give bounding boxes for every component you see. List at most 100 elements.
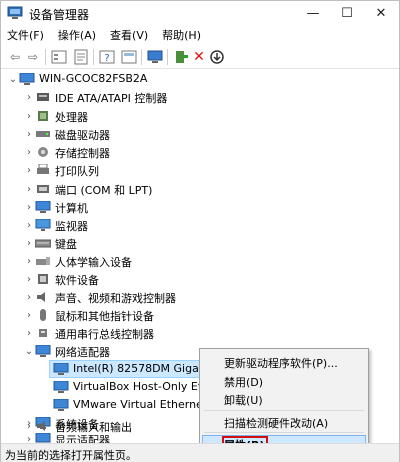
chevron-right-icon[interactable]: › xyxy=(23,306,35,324)
network-device-label: VirtualBox Host-Only Ethe xyxy=(73,380,216,393)
network-card-icon xyxy=(53,363,69,375)
tree-item-label: 鼠标和其他指针设备 xyxy=(55,310,154,323)
device-manager-window: 设备管理器 — ☐ ✕ 文件(F) 操作(A) 查看(V) 帮助(H) ⇦ ⇨ … xyxy=(0,0,400,462)
help-icon[interactable]: ? xyxy=(99,49,115,65)
tree-item-label: 处理器 xyxy=(55,111,88,124)
menu-action[interactable]: 操作(A) xyxy=(58,27,96,43)
chevron-right-icon[interactable]: › xyxy=(23,270,35,288)
network-card-icon xyxy=(53,399,69,411)
computer-icon xyxy=(19,73,35,85)
tree-item-label: 声音、视频和游戏控制器 xyxy=(55,292,176,305)
menu-separator xyxy=(204,432,364,433)
network-adapter-icon xyxy=(35,345,51,357)
tree-item-audio-io[interactable]: › 音频输入和输出 xyxy=(1,417,199,435)
close-button[interactable]: ✕ xyxy=(361,1,400,25)
tree-item-disk[interactable]: › 磁盘驱动器 xyxy=(1,125,399,143)
disable-device-icon[interactable] xyxy=(209,49,225,65)
window-title: 设备管理器 xyxy=(29,8,90,22)
processor-icon xyxy=(38,111,48,121)
tree-item-software[interactable]: › 软件设备 xyxy=(1,270,399,288)
tree-item-label: 网络适配器 xyxy=(55,346,110,359)
tree-item-processor[interactable]: › 处理器 xyxy=(1,107,399,125)
tree-item-label: 通用串行总线控制器 xyxy=(55,328,154,341)
chevron-right-icon[interactable]: › xyxy=(23,107,35,125)
audio-icon xyxy=(37,421,45,431)
menu-view[interactable]: 查看(V) xyxy=(110,27,148,43)
status-text: 为当前的选择打开属性页。 xyxy=(5,449,137,462)
tree-item-monitor[interactable]: › 监视器 xyxy=(1,216,399,234)
chevron-right-icon[interactable]: › xyxy=(23,288,35,306)
toolbar-separator xyxy=(93,49,94,65)
menu-help[interactable]: 帮助(H) xyxy=(162,27,201,43)
tree-item-label: 端口 (COM 和 LPT) xyxy=(55,184,153,197)
tree-item-label: 监视器 xyxy=(55,220,88,233)
action-list-icon[interactable] xyxy=(121,49,137,65)
tree-item-label: 磁盘驱动器 xyxy=(55,129,110,142)
scan-hardware-icon[interactable] xyxy=(147,49,163,65)
software-device-icon xyxy=(38,274,48,284)
update-driver-icon[interactable] xyxy=(173,49,189,65)
tree-item-mouse[interactable]: › 鼠标和其他指针设备 xyxy=(1,306,399,324)
tree-item-label: 打印队列 xyxy=(55,165,99,178)
context-menu: 更新驱动程序软件(P)... 禁用(D) 卸载(U) 扫描检测硬件改动(A) 属… xyxy=(199,348,369,454)
chevron-right-icon[interactable]: › xyxy=(23,216,35,234)
tree-item-label: 人体学输入设备 xyxy=(55,256,132,269)
menu-update-driver[interactable]: 更新驱动程序软件(P)... xyxy=(224,355,338,371)
tree-item-sound[interactable]: › 声音、视频和游戏控制器 xyxy=(1,288,399,306)
speaker-icon xyxy=(37,292,45,302)
uninstall-icon[interactable]: ✕ xyxy=(191,49,207,65)
chevron-right-icon[interactable]: › xyxy=(23,198,35,216)
toolbar-separator xyxy=(141,49,142,65)
properties-icon[interactable] xyxy=(73,49,89,65)
chevron-right-icon[interactable]: › xyxy=(23,88,35,106)
storage-controller-icon xyxy=(38,147,48,157)
tree-item-label: 音频输入和输出 xyxy=(55,421,132,434)
hid-icon xyxy=(36,257,50,265)
printer-icon xyxy=(37,164,49,174)
network-device-label: VMware Virtual Ethernet A xyxy=(73,398,219,411)
toolbar: ⇦ ⇨ ? ✕ xyxy=(1,45,399,69)
tree-item-label: 软件设备 xyxy=(55,274,99,287)
forward-arrow-icon[interactable]: ⇨ xyxy=(25,49,41,65)
chevron-down-icon[interactable]: ⌄ xyxy=(23,342,35,360)
chevron-down-icon[interactable]: ⌄ xyxy=(7,70,19,88)
svg-text:?: ? xyxy=(104,53,109,64)
computer-icon xyxy=(35,201,51,213)
chevron-right-icon[interactable]: › xyxy=(23,252,35,270)
disk-drive-icon xyxy=(36,131,50,137)
chevron-right-icon[interactable]: › xyxy=(23,234,35,252)
chevron-right-icon[interactable]: › xyxy=(23,125,35,143)
tree-item-usb[interactable]: › 通用串行总线控制器 xyxy=(1,324,399,342)
status-bar: 为当前的选择打开属性页。 xyxy=(1,443,399,462)
menu-separator xyxy=(204,410,364,411)
tree-item-computer[interactable]: › 计算机 xyxy=(1,198,399,216)
tree-item-label: IDE ATA/ATAPI 控制器 xyxy=(55,92,168,105)
tree-view-icon[interactable] xyxy=(51,49,67,65)
chevron-right-icon[interactable]: › xyxy=(23,324,35,342)
menu-uninstall[interactable]: 卸载(U) xyxy=(224,392,263,408)
chevron-right-icon[interactable]: › xyxy=(23,417,35,435)
tree-root[interactable]: ⌄ WIN-GCOC82FSB2A xyxy=(1,70,399,88)
tree-item-storage[interactable]: › 存储控制器 xyxy=(1,143,399,161)
chevron-right-icon[interactable]: › xyxy=(23,180,35,198)
monitor-icon xyxy=(35,219,51,231)
keyboard-icon xyxy=(35,239,51,248)
chevron-right-icon[interactable]: › xyxy=(23,143,35,161)
menu-file[interactable]: 文件(F) xyxy=(7,27,44,43)
port-icon xyxy=(37,185,49,193)
network-card-icon xyxy=(53,381,69,393)
mouse-icon xyxy=(40,309,46,321)
device-manager-icon xyxy=(7,6,23,19)
tree-item-ports[interactable]: › 端口 (COM 和 LPT) xyxy=(1,180,399,198)
title-bar: 设备管理器 — ☐ ✕ xyxy=(1,1,399,25)
tree-item-keyboard[interactable]: › 键盘 xyxy=(1,234,399,252)
chevron-right-icon[interactable]: › xyxy=(23,161,35,179)
tree-item-hid[interactable]: › 人体学输入设备 xyxy=(1,252,399,270)
toolbar-separator xyxy=(45,49,46,65)
tree-item-label: 键盘 xyxy=(55,238,77,251)
back-arrow-icon[interactable]: ⇦ xyxy=(7,49,23,65)
menu-scan-hardware[interactable]: 扫描检测硬件改动(A) xyxy=(224,415,328,431)
tree-item-ide[interactable]: › IDE ATA/ATAPI 控制器 xyxy=(1,88,399,106)
tree-item-print-queue[interactable]: › 打印队列 xyxy=(1,161,399,179)
menu-disable[interactable]: 禁用(D) xyxy=(224,374,263,390)
